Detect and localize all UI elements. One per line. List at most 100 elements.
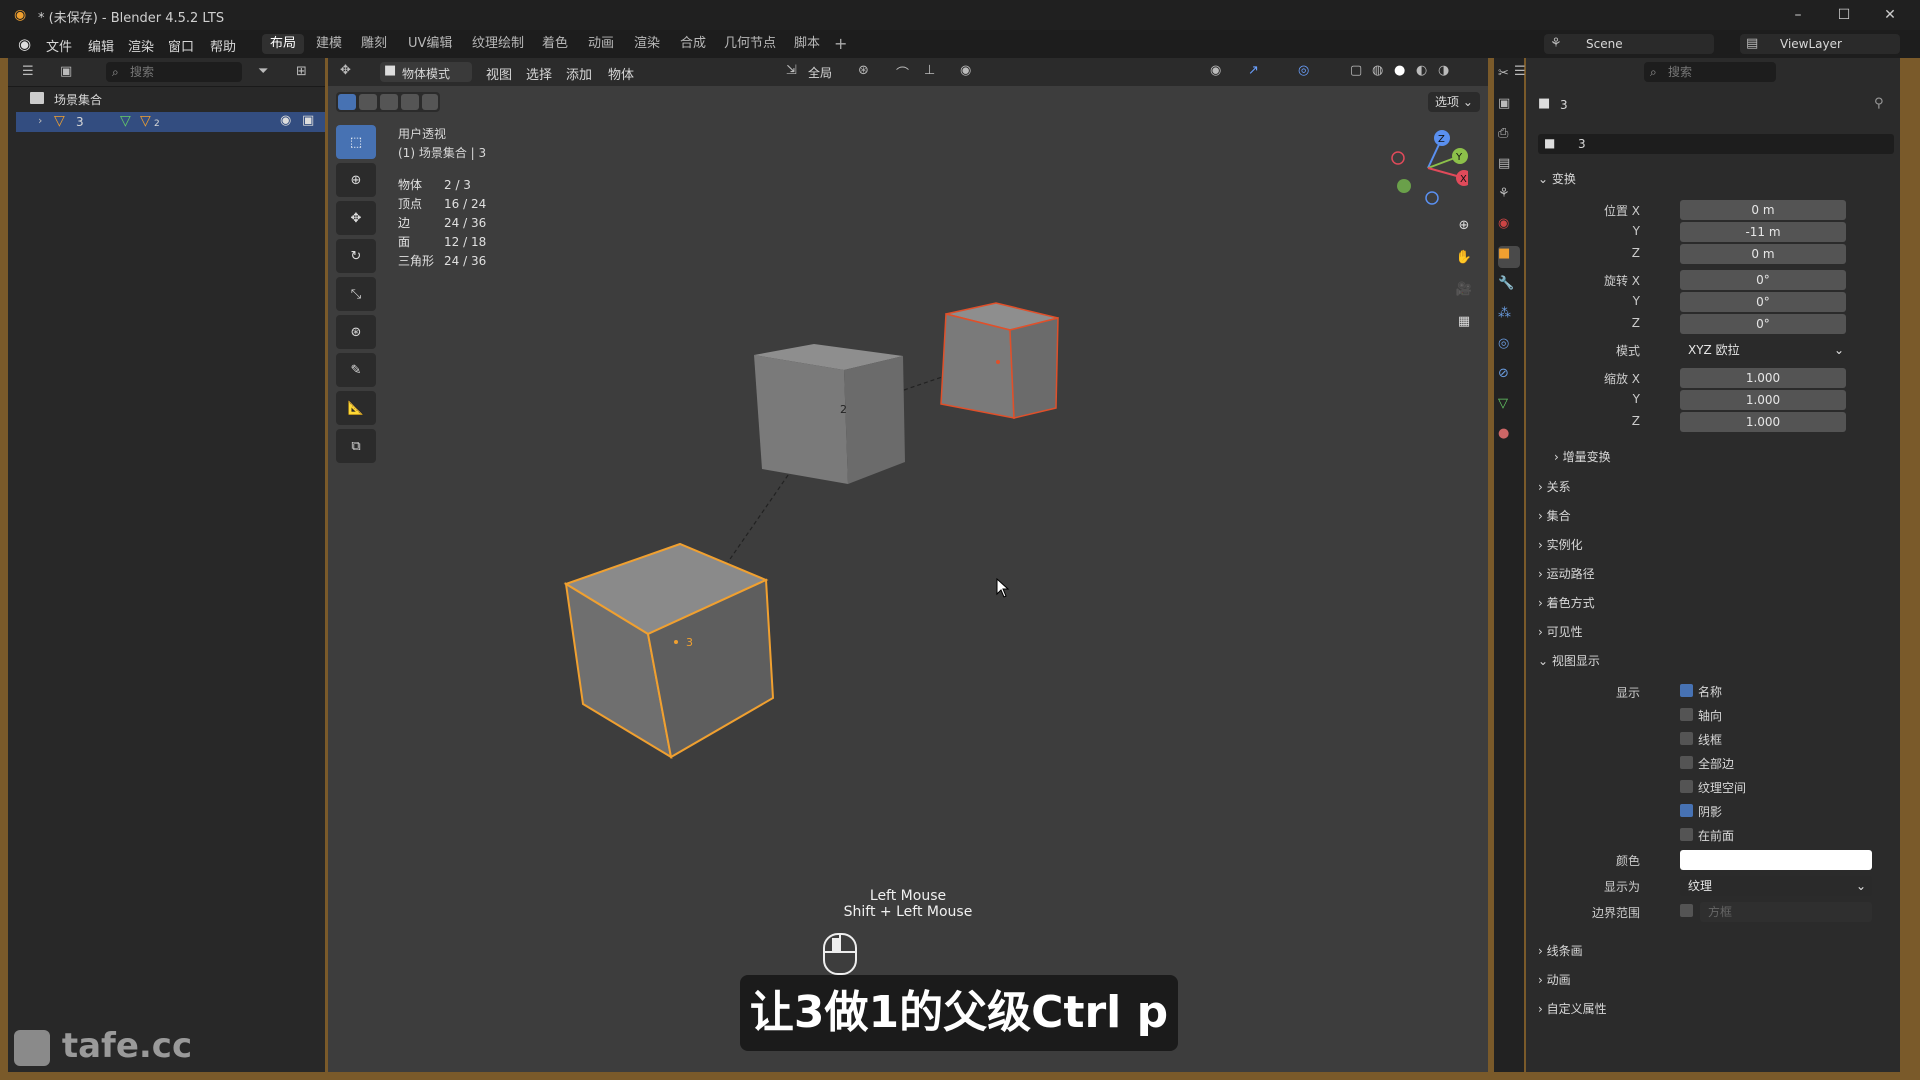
outliner-row-3[interactable]: › ▽ 3 ▽ ▽ 2 ◉ ▣ xyxy=(16,112,325,132)
close-button[interactable]: ✕ xyxy=(1872,4,1908,26)
view-layer-selector[interactable]: ▤ ViewLayer xyxy=(1740,34,1900,54)
instancing-panel-header[interactable]: › 实例化 xyxy=(1538,536,1583,553)
watermark-logo-icon xyxy=(14,1029,50,1066)
tab-sculpting[interactable]: 雕刻 xyxy=(353,34,395,54)
animation-panel-header[interactable]: › 动画 xyxy=(1538,971,1571,988)
line-art-panel-header[interactable]: › 线条画 xyxy=(1538,942,1583,959)
location-x-label: 位置 X xyxy=(1603,204,1640,218)
motion-paths-panel-header[interactable]: › 运动路径 xyxy=(1538,565,1595,582)
3d-viewport[interactable]: ✥ ■ 物体模式 视图 选择 添加 物体 ⇲ 全局 ⊛ ⌒ ⊥ ◉ ◉ ↗ ◎ … xyxy=(328,58,1488,1072)
scene-selector[interactable]: ⚘ Scene xyxy=(1544,34,1714,54)
blender-menu-icon[interactable]: ◉ xyxy=(18,35,31,53)
tab-modifier-icon[interactable]: 🔧 xyxy=(1498,276,1520,298)
menu-edit[interactable]: 编辑 xyxy=(88,36,114,55)
scale-z-field[interactable]: 1.000 xyxy=(1680,412,1846,432)
menu-render[interactable]: 渲染 xyxy=(128,36,154,55)
cube-1[interactable] xyxy=(940,302,1059,419)
location-z-label: Z xyxy=(1631,246,1640,260)
bounds-checkbox[interactable] xyxy=(1680,904,1693,917)
viewport-display-header[interactable]: ⌄ 视图显示 xyxy=(1538,652,1600,669)
properties-search-input[interactable]: ⌕ 搜索 xyxy=(1644,62,1776,82)
tab-view-layer-icon[interactable]: ▤ xyxy=(1498,156,1520,178)
bounds-label: 边界范围 xyxy=(1591,906,1640,920)
pan-hand-icon[interactable]: ✋ xyxy=(1450,250,1478,282)
custom-properties-panel-header[interactable]: › 自定义属性 xyxy=(1538,1000,1607,1017)
location-y-field[interactable]: -11 m xyxy=(1680,222,1846,242)
tab-constraints-icon[interactable]: ⊘ xyxy=(1498,366,1520,388)
tab-data-icon[interactable]: ▽ xyxy=(1498,396,1520,418)
tab-uv-editing[interactable]: UV编辑 xyxy=(400,34,460,54)
rotation-z-label: Z xyxy=(1631,316,1640,330)
menu-window[interactable]: 窗口 xyxy=(168,36,194,55)
maximize-button[interactable]: ☐ xyxy=(1826,4,1862,26)
tab-animation[interactable]: 动画 xyxy=(580,34,622,54)
perspective-toggle-icon[interactable]: ▦ xyxy=(1450,314,1478,346)
tab-object-icon[interactable]: ■ xyxy=(1498,246,1520,268)
show-label: 显示 xyxy=(1615,686,1640,700)
rotation-y-field[interactable]: 0° xyxy=(1680,292,1846,312)
new-collection-icon[interactable]: ⊞ xyxy=(296,64,307,79)
tab-render-icon[interactable]: ▣ xyxy=(1498,96,1520,118)
tab-material-icon[interactable]: ● xyxy=(1498,426,1520,448)
outliner-search-input[interactable]: ⌕ 搜索 xyxy=(106,62,242,82)
tab-geometry-nodes[interactable]: 几何节点 xyxy=(716,34,784,54)
object-name-field[interactable]: ■ 3 xyxy=(1538,134,1894,154)
cube-3-label: 3 xyxy=(686,636,693,649)
tab-scripting[interactable]: 脚本 xyxy=(786,34,828,54)
menu-file[interactable]: 文件 xyxy=(46,36,72,55)
shading-panel-header[interactable]: › 着色方式 xyxy=(1538,594,1595,611)
camera-view-icon[interactable]: 🎥 xyxy=(1450,282,1478,314)
navigation-gizmo[interactable]: Z Y X xyxy=(1388,128,1468,208)
location-x-field[interactable]: 0 m xyxy=(1680,200,1846,220)
expand-arrow-icon[interactable]: › xyxy=(38,114,42,127)
zoom-icon[interactable]: ⊕ xyxy=(1450,218,1478,250)
color-label: 颜色 xyxy=(1615,854,1640,868)
blender-logo-icon: ◉ xyxy=(14,7,27,23)
cube-2[interactable]: 2 xyxy=(754,344,905,484)
scale-x-field[interactable]: 1.000 xyxy=(1680,368,1846,388)
tab-physics-icon[interactable]: ◎ xyxy=(1498,336,1520,358)
rotation-x-field[interactable]: 0° xyxy=(1680,270,1846,290)
menu-help[interactable]: 帮助 xyxy=(210,36,236,55)
add-workspace-icon[interactable]: + xyxy=(834,34,847,53)
tab-particles-icon[interactable]: ⁂ xyxy=(1498,306,1520,328)
tab-layout[interactable]: 布局 xyxy=(262,34,305,54)
tab-texture-paint[interactable]: 纹理绘制 xyxy=(464,34,532,54)
pin-icon[interactable]: ⚲ xyxy=(1874,96,1884,111)
rotation-mode-dropdown[interactable]: XYZ 欧拉 ⌄ xyxy=(1680,340,1850,360)
view-layer-name: ViewLayer xyxy=(1780,37,1842,51)
tab-shading[interactable]: 着色 xyxy=(534,34,576,54)
tab-output-icon[interactable]: ⎙ xyxy=(1498,126,1520,148)
filter-icon[interactable]: ⏷ xyxy=(258,64,268,79)
navigation-buttons: ⊕ ✋ 🎥 ▦ xyxy=(1450,218,1478,346)
rotation-z-field[interactable]: 0° xyxy=(1680,314,1846,334)
transform-panel-header[interactable]: ⌄ 变换 xyxy=(1538,170,1576,187)
tab-scene-icon[interactable]: ⚘ xyxy=(1498,186,1520,208)
display-as-dropdown[interactable]: 纹理 ⌄ xyxy=(1680,876,1872,896)
editor-type-icon[interactable]: ☰ xyxy=(1514,64,1526,79)
top-menu-bar: ◉ 文件 编辑 渲染 窗口 帮助 布局 建模 雕刻 UV编辑 纹理绘制 着色 动… xyxy=(0,30,1920,58)
cube-3[interactable]: 3 xyxy=(563,542,775,760)
tab-compositing[interactable]: 合成 xyxy=(672,34,714,54)
visibility-eye-icon[interactable]: ◉ xyxy=(280,113,291,128)
location-z-field[interactable]: 0 m xyxy=(1680,244,1846,264)
tab-rendering[interactable]: 渲染 xyxy=(626,34,668,54)
visibility-panel-header[interactable]: › 可见性 xyxy=(1538,623,1583,640)
mouse-hint: Left Mouse Shift + Left Mouse xyxy=(328,888,1488,920)
svg-text:Y: Y xyxy=(1455,152,1463,163)
editor-type-icon[interactable]: ☰ xyxy=(22,64,34,79)
tab-world-icon[interactable]: ◉ xyxy=(1498,216,1520,238)
delta-transform-header[interactable]: › 增量变换 xyxy=(1554,448,1611,465)
render-camera-icon[interactable]: ▣ xyxy=(302,113,314,128)
rotation-mode-label: 模式 xyxy=(1615,344,1640,358)
properties-editor: ☰ ⌕ 搜索 ■ 3 ⚲ ■ 3 ⌄ 变换 位置 X 0 m Y -11 m Z… xyxy=(1514,58,1900,1072)
scale-y-field[interactable]: 1.000 xyxy=(1680,390,1846,410)
mouse-icon xyxy=(823,933,857,975)
outliner-panel: ☰ ▣ ⌕ 搜索 ⏷ ⊞ 场景集合 › ▽ 3 ▽ ▽ 2 ◉ ▣ tafe.c… xyxy=(8,58,325,1072)
relations-panel-header[interactable]: › 关系 xyxy=(1538,478,1571,495)
minimize-button[interactable]: – xyxy=(1780,4,1816,26)
color-swatch[interactable] xyxy=(1680,850,1872,870)
tab-modeling[interactable]: 建模 xyxy=(308,34,350,54)
collections-panel-header[interactable]: › 集合 xyxy=(1538,507,1571,524)
display-mode-icon[interactable]: ▣ xyxy=(60,64,72,79)
